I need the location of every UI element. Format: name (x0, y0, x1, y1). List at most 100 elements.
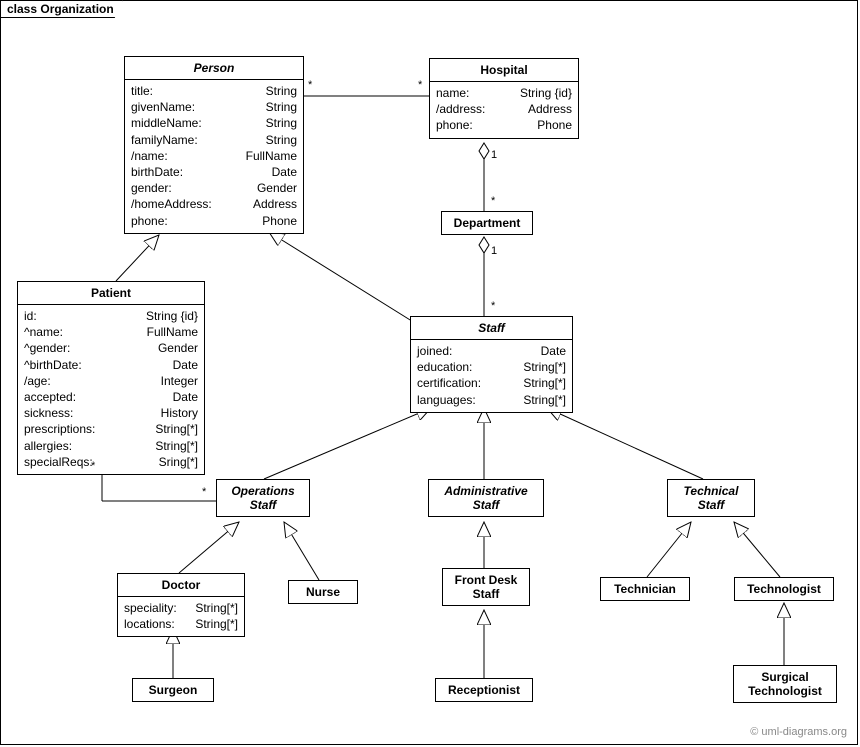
class-attrs: joined:Dateeducation: String[*] certificat… (411, 340, 572, 412)
attr-name: familyName: (131, 132, 198, 148)
class-nurse: Nurse (288, 580, 358, 604)
attr-name: prescriptions: (24, 421, 95, 437)
class-title: Operations Staff (217, 480, 309, 516)
attr-type: Phone (252, 213, 297, 229)
attr-type: String[*] (145, 438, 198, 454)
attr-type: Gender (247, 180, 297, 196)
class-attrs: speciality:String[*]locations:String[*] (118, 597, 244, 636)
title-line-1: Surgical (740, 670, 830, 684)
attr-name: birthDate: (131, 164, 183, 180)
attr-name: /age: (24, 373, 51, 389)
attr-row: id:String {id} (24, 308, 198, 324)
attr-row: phone:Phone (436, 117, 572, 133)
attr-row: /address:Address (436, 101, 572, 117)
class-technician: Technician (600, 577, 690, 601)
class-surgeon: Surgeon (132, 678, 214, 702)
attr-name: education: (417, 359, 472, 375)
attr-row: phone: Phone (131, 213, 297, 229)
attr-row: middleName:String (131, 115, 297, 131)
class-staff: Staff joined:Dateeducation: String[*] cert… (410, 316, 573, 413)
attr-type: FullName (236, 148, 297, 164)
class-hospital: Hospital name:String {id}/address:Addres… (429, 58, 579, 139)
attr-type: Date (262, 164, 297, 180)
attr-row: speciality:String[*] (124, 600, 238, 616)
attr-type: Phone (527, 117, 572, 133)
attr-row: joined:Date (417, 343, 566, 359)
attr-name: joined: (417, 343, 452, 359)
title-line-2: Staff (223, 498, 303, 512)
title-line-2: Staff (435, 498, 537, 512)
class-person: Person title:StringgivenName:Stringmiddl… (124, 56, 304, 234)
mult-dept-staff-bot: * (491, 300, 495, 312)
mult-hosp-dept-top: 1 (491, 149, 497, 161)
class-patient: Patient id:String {id}^name: FullName ^gen… (17, 281, 205, 475)
attr-name: phone: (131, 213, 168, 229)
attr-type: String (256, 132, 297, 148)
attr-name: languages: (417, 392, 476, 408)
attr-type: Address (518, 101, 572, 117)
mult-person-hospital-left: * (308, 79, 312, 91)
class-surgical-technologist: Surgical Technologist (733, 665, 837, 703)
class-doctor: Doctor speciality:String[*]locations:Str… (117, 573, 245, 637)
class-operations-staff: Operations Staff (216, 479, 310, 517)
attr-row: /homeAddress:Address (131, 196, 297, 212)
diagram-frame: class Organization (0, 0, 858, 745)
attr-type: Sring[*] (149, 454, 198, 470)
attr-name: ^birthDate: (24, 357, 82, 373)
attr-row: /age: Integer (24, 373, 198, 389)
title-line-1: Front Desk (449, 573, 523, 587)
attr-row: /name:FullName (131, 148, 297, 164)
class-administrative-staff: Administrative Staff (428, 479, 544, 517)
attr-row: familyName: String (131, 132, 297, 148)
attr-row: givenName:String (131, 99, 297, 115)
class-title: Administrative Staff (429, 480, 543, 516)
class-title: Hospital (430, 59, 578, 82)
attr-type: String (256, 83, 297, 99)
title-line-1: Technical (674, 484, 748, 498)
mult-patient-ops-1: * (91, 460, 95, 472)
attr-type: String (256, 99, 297, 115)
attr-row: title:String (131, 83, 297, 99)
class-receptionist: Receptionist (435, 678, 533, 702)
attr-name: ^name: (24, 324, 63, 340)
class-front-desk-staff: Front Desk Staff (442, 568, 530, 606)
attr-row: birthDate: Date (131, 164, 297, 180)
class-title: Person (125, 57, 303, 80)
class-title: Technical Staff (668, 480, 754, 516)
class-title: Surgical Technologist (734, 666, 836, 702)
attr-type: History (151, 405, 198, 421)
class-title: Doctor (118, 574, 244, 597)
attr-type: FullName (137, 324, 198, 340)
attr-row: prescriptions:String[*] (24, 421, 198, 437)
class-department: Department (441, 211, 533, 235)
title-line-1: Operations (223, 484, 303, 498)
title-line-2: Staff (674, 498, 748, 512)
attr-name: ^gender: (24, 340, 70, 356)
attr-name: certification: (417, 375, 481, 391)
attr-type: Address (243, 196, 297, 212)
attr-row: languages: String[*] (417, 392, 566, 408)
mult-hosp-dept-bot: * (491, 195, 495, 207)
class-title: Surgeon (133, 679, 213, 701)
attr-row: allergies: String[*] (24, 438, 198, 454)
mult-dept-staff-top: 1 (491, 245, 497, 257)
attr-name: specialReqs: (24, 454, 93, 470)
title-line-1: Administrative (435, 484, 537, 498)
attr-type: Integer (151, 373, 198, 389)
class-technologist: Technologist (734, 577, 834, 601)
copyright-text: © uml-diagrams.org (750, 726, 847, 738)
mult-patient-ops-2: * (202, 486, 206, 498)
attr-row: sickness:History (24, 405, 198, 421)
attr-name: allergies: (24, 438, 72, 454)
attr-name: accepted: (24, 389, 76, 405)
attr-type: String[*] (185, 600, 238, 616)
class-title: Staff (411, 317, 572, 340)
frame-label: class Organization (0, 0, 123, 18)
attr-type: Gender (148, 340, 198, 356)
attr-type: String {id} (136, 308, 198, 324)
class-attrs: name:String {id}/address:Addressphone:Ph… (430, 82, 578, 138)
class-title: Patient (18, 282, 204, 305)
class-attrs: title:StringgivenName:StringmiddleName:S… (125, 80, 303, 233)
title-line-2: Technologist (740, 684, 830, 698)
attr-type: String[*] (513, 392, 566, 408)
